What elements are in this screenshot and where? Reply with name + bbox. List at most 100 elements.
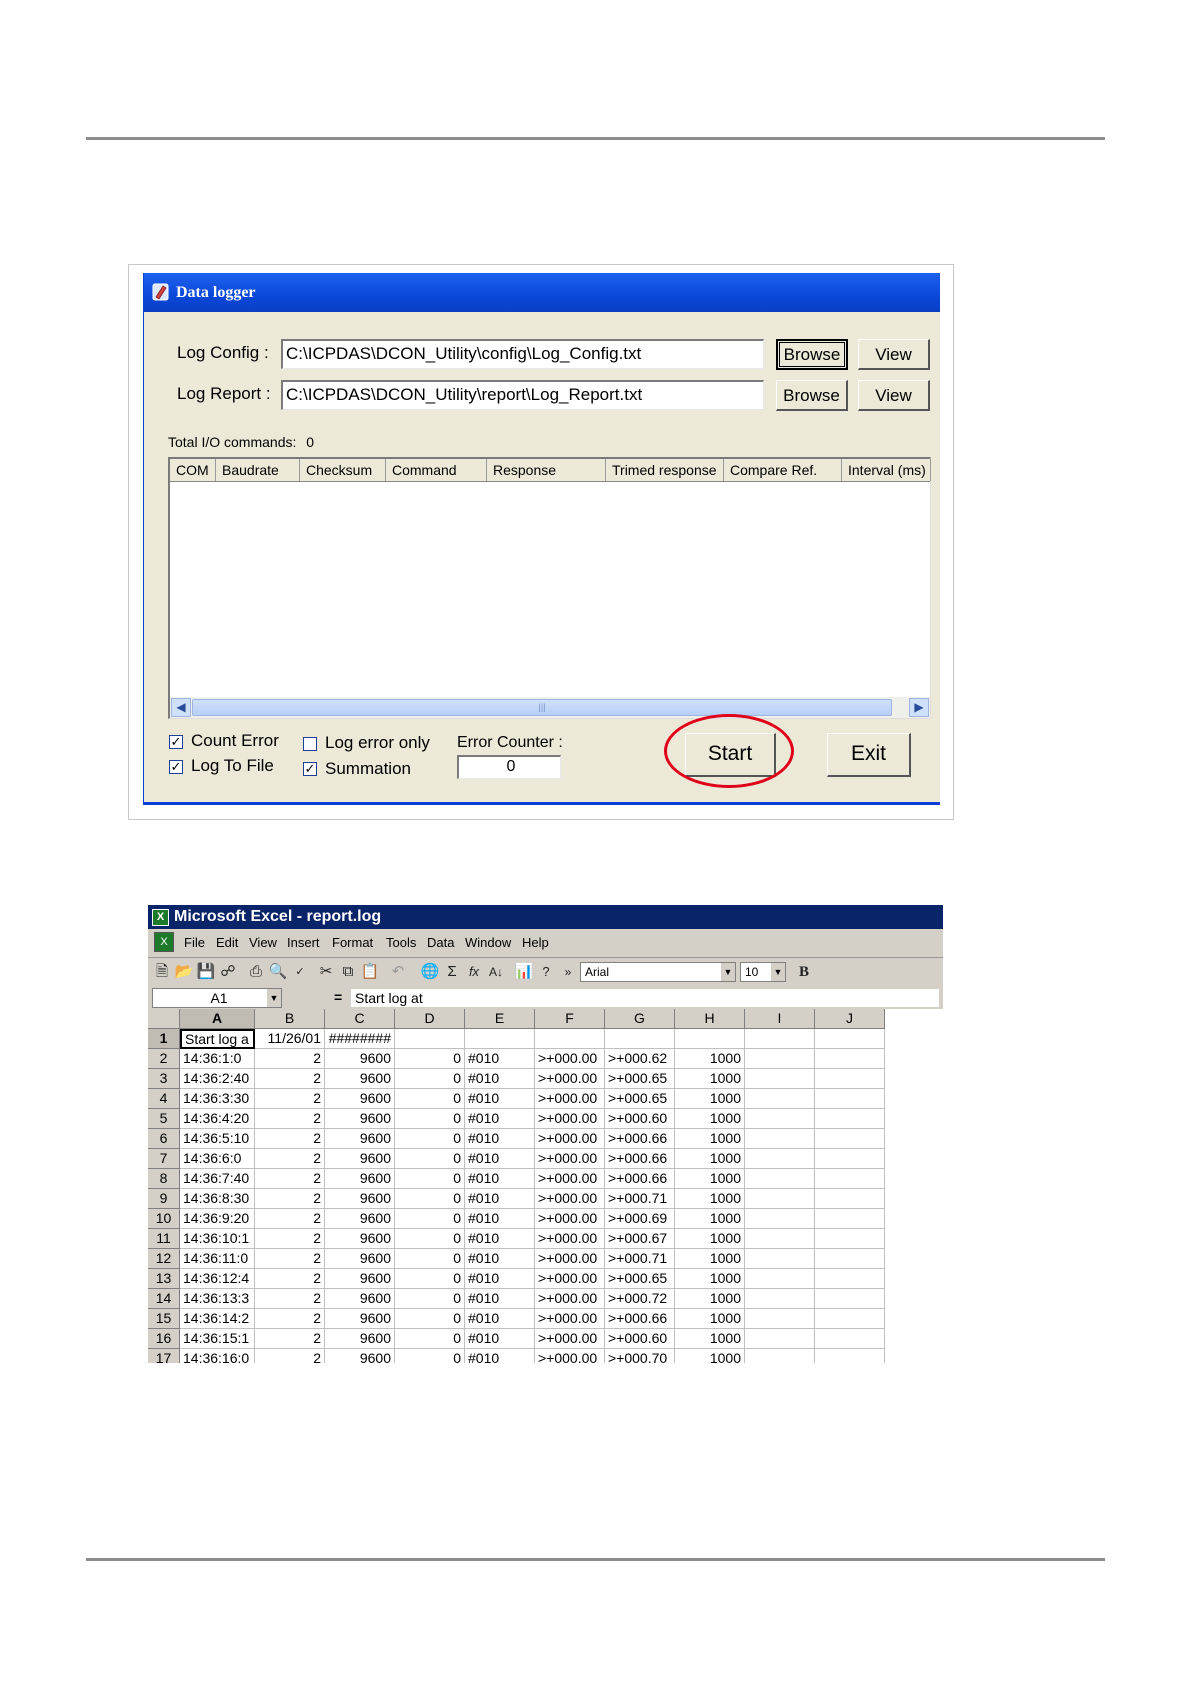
table-cell[interactable]: 14:36:12:4 <box>180 1269 255 1289</box>
log-to-file-checkbox[interactable]: ✓ <box>169 760 183 774</box>
column-compare-ref[interactable]: Compare Ref. <box>724 459 842 481</box>
table-cell[interactable] <box>815 1189 885 1209</box>
table-cell[interactable]: 2 <box>255 1049 325 1069</box>
table-cell[interactable]: 11/26/01 <box>255 1029 325 1049</box>
table-cell[interactable] <box>815 1209 885 1229</box>
table-cell[interactable]: #010 <box>465 1209 535 1229</box>
table-cell[interactable]: 1000 <box>675 1329 745 1349</box>
menu-edit[interactable]: Edit <box>216 935 238 950</box>
table-cell[interactable]: 1000 <box>675 1249 745 1269</box>
table-cell[interactable]: >+000.00 <box>535 1289 605 1309</box>
row-header[interactable]: 7 <box>148 1149 180 1169</box>
table-cell[interactable]: #010 <box>465 1149 535 1169</box>
table-cell[interactable] <box>815 1269 885 1289</box>
table-cell[interactable] <box>745 1289 815 1309</box>
table-cell[interactable]: >+000.00 <box>535 1349 605 1363</box>
table-cell[interactable]: 14:36:5:10 <box>180 1129 255 1149</box>
table-cell[interactable]: >+000.66 <box>605 1129 675 1149</box>
row-header[interactable]: 4 <box>148 1089 180 1109</box>
table-cell[interactable]: >+000.71 <box>605 1249 675 1269</box>
table-cell[interactable]: 14:36:14:2 <box>180 1309 255 1329</box>
table-cell[interactable] <box>745 1269 815 1289</box>
table-cell[interactable]: #010 <box>465 1189 535 1209</box>
spelling-icon[interactable]: ✓ <box>290 962 310 982</box>
chart-wizard-icon[interactable]: 📊 <box>514 962 534 982</box>
table-cell[interactable]: >+000.60 <box>605 1329 675 1349</box>
table-cell[interactable]: 0 <box>395 1189 465 1209</box>
table-cell[interactable]: #010 <box>465 1269 535 1289</box>
paste-icon[interactable]: 📋 <box>360 962 380 982</box>
font-size-dropdown-icon[interactable]: ▼ <box>771 963 785 981</box>
table-cell[interactable] <box>815 1049 885 1069</box>
table-cell[interactable]: 1000 <box>675 1309 745 1329</box>
horizontal-scrollbar[interactable]: ◀ ||| ▶ <box>170 697 930 718</box>
table-cell[interactable]: 9600 <box>325 1149 395 1169</box>
toolbar-more-icon[interactable]: » <box>558 962 578 982</box>
table-cell[interactable]: 0 <box>395 1269 465 1289</box>
excel-title-bar[interactable]: X Microsoft Excel - report.log <box>148 905 943 929</box>
table-cell[interactable]: #010 <box>465 1109 535 1129</box>
menu-help[interactable]: Help <box>522 935 549 950</box>
title-bar[interactable]: Data logger <box>144 273 940 312</box>
table-cell[interactable]: 0 <box>395 1229 465 1249</box>
table-cell[interactable]: 2 <box>255 1289 325 1309</box>
row-header[interactable]: 6 <box>148 1129 180 1149</box>
print-preview-icon[interactable]: 🔍 <box>268 962 288 982</box>
table-cell[interactable]: 14:36:3:30 <box>180 1089 255 1109</box>
log-report-input[interactable]: C:\ICPDAS\DCON_Utility\report\Log_Report… <box>281 380 764 410</box>
table-cell[interactable]: #010 <box>465 1289 535 1309</box>
row-header[interactable]: 11 <box>148 1229 180 1249</box>
new-icon[interactable]: 🗎 <box>152 962 172 982</box>
table-cell[interactable]: >+000.00 <box>535 1269 605 1289</box>
table-cell[interactable]: >+000.71 <box>605 1189 675 1209</box>
table-cell[interactable]: >+000.66 <box>605 1149 675 1169</box>
select-all-corner[interactable] <box>148 1009 180 1029</box>
row-header[interactable]: 2 <box>148 1049 180 1069</box>
column-header-b[interactable]: B <box>255 1009 325 1029</box>
table-cell[interactable]: #010 <box>465 1229 535 1249</box>
table-cell[interactable]: #010 <box>465 1069 535 1089</box>
table-cell[interactable]: 9600 <box>325 1229 395 1249</box>
table-cell[interactable]: 0 <box>395 1289 465 1309</box>
table-cell[interactable]: 2 <box>255 1249 325 1269</box>
table-cell[interactable]: 14:36:16:0 <box>180 1349 255 1363</box>
table-cell[interactable]: 9600 <box>325 1049 395 1069</box>
table-cell[interactable] <box>815 1169 885 1189</box>
table-cell[interactable]: 14:36:13:3 <box>180 1289 255 1309</box>
table-cell[interactable]: 9600 <box>325 1349 395 1363</box>
copy-icon[interactable]: ⧉ <box>338 962 358 982</box>
help-icon[interactable]: ? <box>536 962 556 982</box>
table-cell[interactable]: 0 <box>395 1129 465 1149</box>
table-cell[interactable]: 1000 <box>675 1229 745 1249</box>
table-cell[interactable]: 9600 <box>325 1269 395 1289</box>
table-cell[interactable] <box>815 1309 885 1329</box>
table-cell[interactable] <box>815 1069 885 1089</box>
table-cell[interactable]: 2 <box>255 1329 325 1349</box>
table-cell[interactable]: >+000.66 <box>605 1309 675 1329</box>
table-cell[interactable]: 1000 <box>675 1169 745 1189</box>
table-cell[interactable] <box>745 1189 815 1209</box>
table-cell[interactable]: 2 <box>255 1209 325 1229</box>
log-config-input[interactable]: C:\ICPDAS\DCON_Utility\config\Log_Config… <box>281 339 764 369</box>
table-cell[interactable]: 2 <box>255 1189 325 1209</box>
table-cell[interactable]: 9600 <box>325 1309 395 1329</box>
table-cell[interactable] <box>745 1109 815 1129</box>
table-cell[interactable] <box>815 1289 885 1309</box>
table-cell[interactable]: 0 <box>395 1169 465 1189</box>
table-cell[interactable]: 0 <box>395 1089 465 1109</box>
open-icon[interactable]: 📂 <box>174 962 194 982</box>
table-cell[interactable]: 2 <box>255 1269 325 1289</box>
table-cell[interactable]: 1000 <box>675 1149 745 1169</box>
table-cell[interactable]: #010 <box>465 1309 535 1329</box>
column-baudrate[interactable]: Baudrate <box>216 459 300 481</box>
table-cell[interactable] <box>815 1089 885 1109</box>
table-cell[interactable]: >+000.00 <box>535 1249 605 1269</box>
table-cell[interactable] <box>745 1329 815 1349</box>
column-header-a[interactable]: A <box>180 1009 255 1029</box>
table-cell[interactable]: >+000.66 <box>605 1169 675 1189</box>
formula-input[interactable]: Start log at <box>350 988 940 1008</box>
row-header[interactable]: 12 <box>148 1249 180 1269</box>
table-cell[interactable]: 9600 <box>325 1289 395 1309</box>
table-cell[interactable]: >+000.00 <box>535 1109 605 1129</box>
table-cell[interactable] <box>535 1029 605 1049</box>
